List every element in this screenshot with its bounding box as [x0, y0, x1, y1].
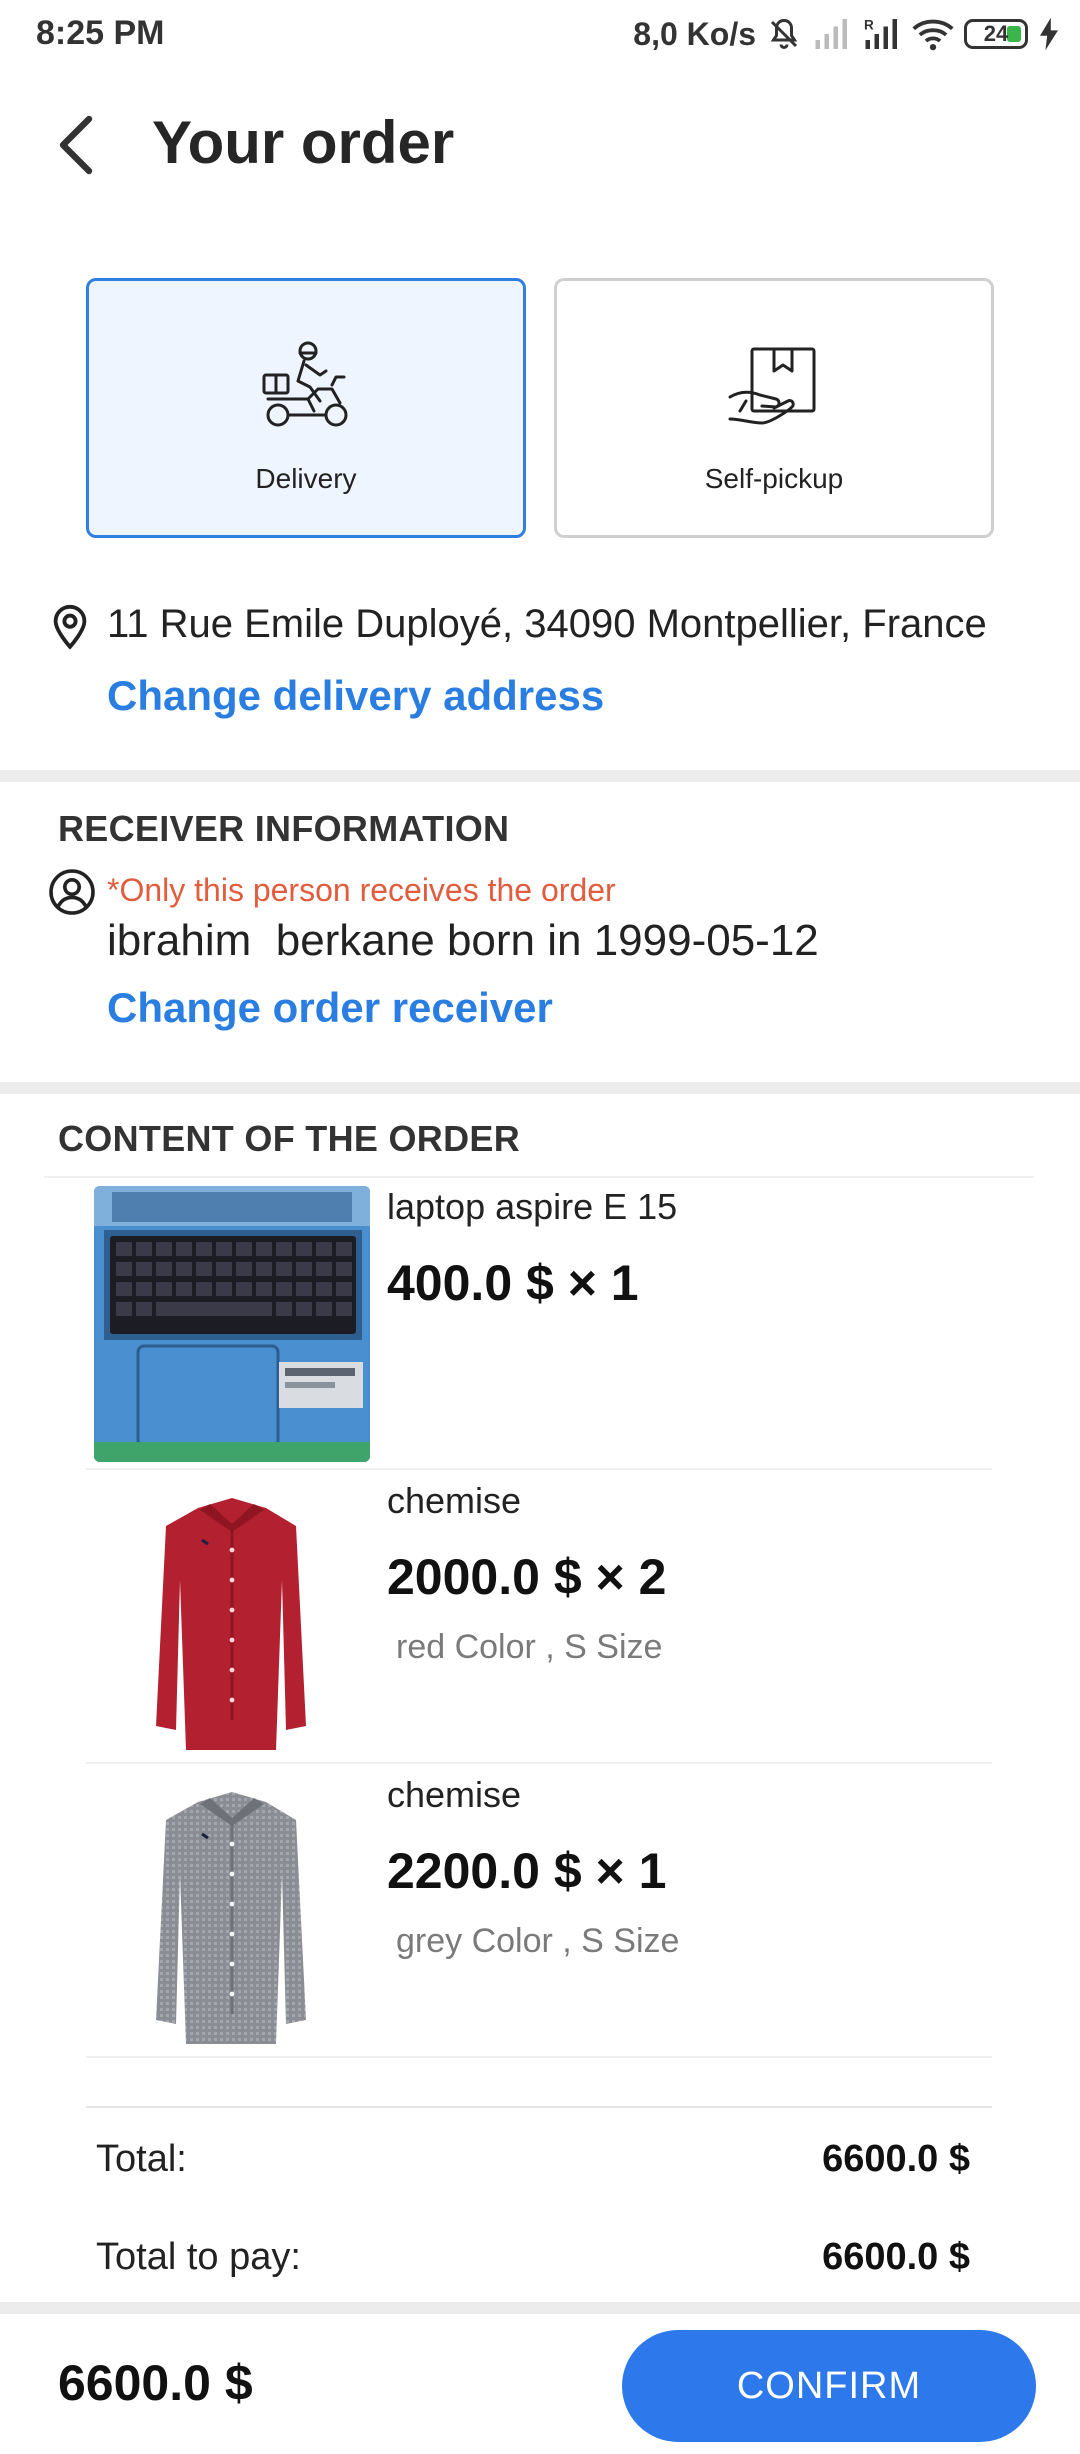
footer-amount: 6600.0 $	[58, 2355, 253, 2411]
back-arrow-icon	[59, 115, 93, 175]
item-variant: grey Color , S Size	[396, 1922, 680, 1960]
battery-icon: 24	[964, 19, 1028, 49]
order-section-title: CONTENT OF THE ORDER	[58, 1118, 520, 1159]
total-to-pay-label: Total to pay:	[96, 2236, 301, 2278]
total-value: 6600.0 $	[822, 2138, 970, 2180]
package-hand-icon	[728, 347, 816, 425]
mute-icon	[770, 18, 798, 49]
grey-shirt-photo	[94, 1774, 370, 2050]
order-item[interactable]: chemise 2200.0 $ × 1 grey Color , S Size	[86, 1764, 992, 2058]
section-divider	[0, 770, 1080, 782]
delivery-option[interactable]: Delivery	[86, 278, 526, 538]
item-price: 400.0 $ × 1	[387, 1255, 639, 1311]
red-shirt-photo	[94, 1480, 370, 1756]
battery-level: 24	[983, 21, 1009, 46]
footer-divider	[0, 2302, 1080, 2314]
section-divider	[0, 1082, 1080, 1094]
confirm-button[interactable]: CONFIRM	[622, 2330, 1036, 2442]
item-price: 2200.0 $ × 1	[387, 1843, 667, 1899]
change-delivery-address-link[interactable]: Change delivery address	[107, 672, 604, 720]
signal-icon	[815, 19, 847, 49]
delivery-address: 11 Rue Emile Duployé, 34090 Montpellier,…	[107, 602, 987, 646]
scooter-courier-icon	[262, 341, 348, 427]
item-name: chemise	[387, 1480, 522, 1521]
location-pin-icon	[53, 604, 87, 650]
user-circle-icon	[49, 869, 95, 915]
back-button[interactable]	[40, 100, 110, 190]
item-name: chemise	[387, 1774, 522, 1815]
signal-roaming-icon: R	[864, 18, 897, 49]
item-price: 2000.0 $ × 2	[387, 1549, 667, 1605]
page-title: Your order	[152, 109, 455, 176]
change-order-receiver-link[interactable]: Change order receiver	[107, 984, 553, 1032]
svg-text:R: R	[864, 18, 874, 33]
laptop-photo	[94, 1186, 370, 1462]
charging-icon	[1040, 17, 1058, 51]
receiver-warning-note: *Only this person receives the order	[107, 872, 616, 908]
status-time: 8:25 PM	[36, 14, 165, 52]
order-item[interactable]: laptop aspire E 15 400.0 $ × 1	[86, 1176, 992, 1470]
network-speed: 8,0 Ko/s	[633, 15, 756, 52]
totals-divider	[86, 2106, 992, 2108]
wifi-icon	[912, 19, 954, 51]
total-to-pay-value: 6600.0 $	[822, 2236, 970, 2278]
total-label: Total:	[96, 2138, 187, 2180]
order-item[interactable]: chemise 2000.0 $ × 2 red Color , S Size	[86, 1470, 992, 1764]
status-indicators: 8,0 Ko/s R 24	[633, 12, 1060, 56]
item-name: laptop aspire E 15	[387, 1186, 678, 1227]
receiver-name: ibrahim berkane born in 1999-05-12	[107, 916, 819, 965]
receiver-section-title: RECEIVER INFORMATION	[58, 808, 510, 849]
item-variant: red Color , S Size	[396, 1628, 663, 1666]
delivery-label: Delivery	[255, 463, 357, 494]
self-pickup-label: Self-pickup	[704, 463, 844, 494]
self-pickup-option[interactable]: Self-pickup	[554, 278, 994, 538]
